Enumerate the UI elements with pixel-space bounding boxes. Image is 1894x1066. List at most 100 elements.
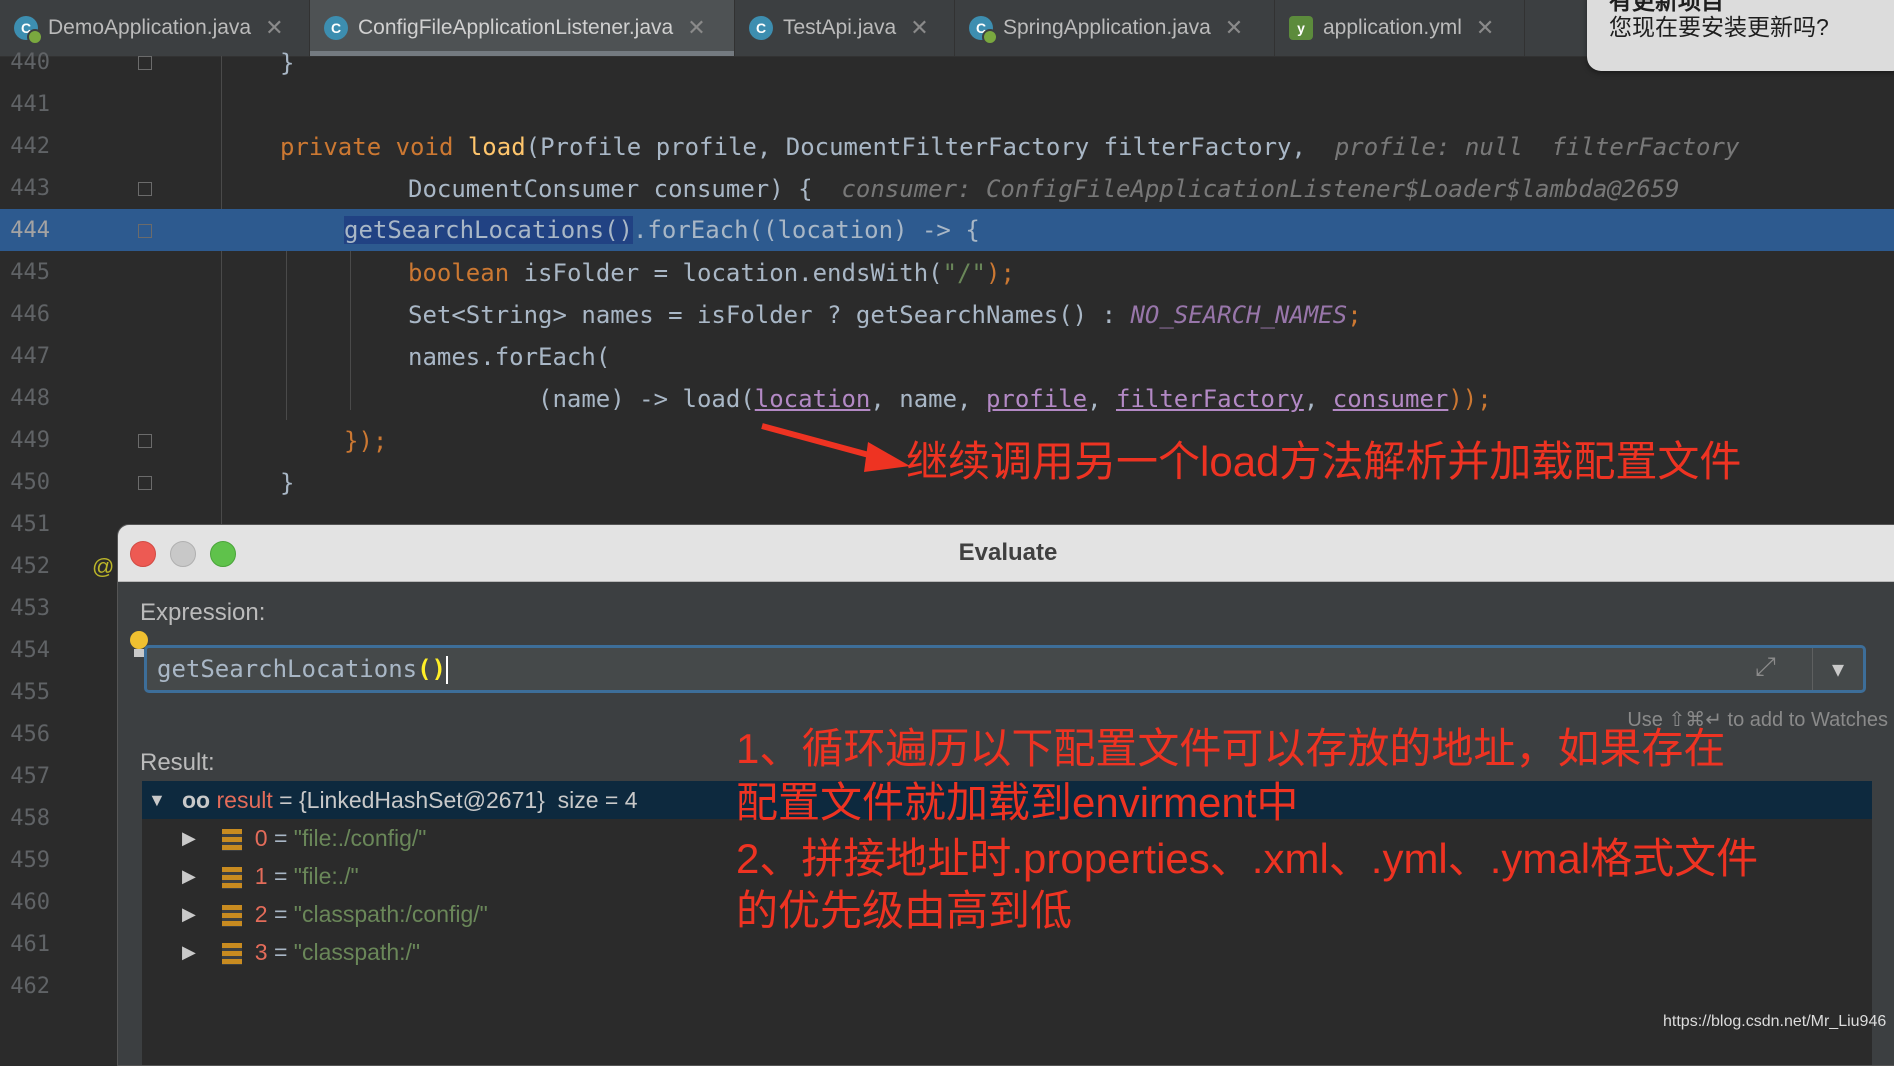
- item-value: "classpath:/": [293, 939, 421, 965]
- expression-text: getSearchLocations: [157, 655, 418, 683]
- code-text: ));: [1448, 385, 1492, 413]
- item-value: "file:./": [293, 863, 359, 889]
- code-line-446: Set<String> names = isFolder ? getSearch…: [0, 294, 1894, 336]
- annotation-text: 继续调用另一个load方法解析并加载配置文件: [906, 438, 1742, 485]
- line-number: 462: [10, 974, 50, 999]
- code-line-448: (name) -> load(location, name, profile, …: [0, 378, 1894, 420]
- inline-debug-hint: profile: null filterFactory: [1334, 133, 1740, 161]
- result-value: {LinkedHashSet@2671}: [298, 787, 545, 813]
- result-equals: =: [272, 787, 299, 813]
- field-icon: [222, 942, 242, 965]
- code-line-440: }: [0, 42, 1894, 84]
- yml-icon: y: [1289, 16, 1313, 40]
- expand-icon[interactable]: ⤢: [1755, 652, 1785, 682]
- close-icon[interactable]: ✕: [1476, 15, 1494, 41]
- code-line-444: getSearchLocations().forEach((location) …: [0, 209, 1894, 251]
- result-item-row[interactable]: ▶ 3 = "classpath:/": [142, 933, 1872, 971]
- field-icon: [222, 828, 242, 851]
- collapse-triangle-icon[interactable]: ▼: [148, 781, 166, 819]
- result-item-content: 1 = "file:./": [222, 857, 359, 895]
- text-caret: [446, 656, 448, 684]
- history-dropdown-button[interactable]: ▼: [1812, 648, 1863, 690]
- line-number: 458: [10, 806, 50, 831]
- watch-glasses-icon: oo: [182, 787, 211, 813]
- close-icon[interactable]: ✕: [687, 15, 705, 41]
- tab-label: ConfigFileApplicationListener.java: [358, 16, 674, 39]
- keyword: private: [280, 133, 382, 161]
- field-icon: [222, 904, 242, 927]
- class-icon: C: [749, 16, 773, 40]
- line-number: 451: [10, 512, 50, 537]
- captured-variable: location: [754, 385, 871, 413]
- line-number: 459: [10, 848, 50, 873]
- code-text: }: [280, 469, 295, 497]
- annotation-arrow: [761, 423, 910, 472]
- line-number: 452: [10, 554, 50, 579]
- code-text: ,: [1087, 385, 1116, 413]
- tab-label: SpringApplication.java: [1003, 16, 1211, 39]
- code-text: Set<String> names = isFolder ? getSearch…: [408, 301, 1131, 329]
- item-index: 1: [254, 863, 268, 889]
- expression-input[interactable]: getSearchLocations() ⤢ ▼: [144, 645, 1866, 693]
- expand-triangle-icon[interactable]: ▶: [182, 819, 196, 857]
- annotation-text: 配置文件就加载到envirment中: [736, 779, 1299, 826]
- expression-label: Expression:: [140, 599, 266, 626]
- annotation-text: 2、拼接地址时.properties、.xml、.yml、.ymal格式文件: [736, 835, 1759, 882]
- item-index: 3: [254, 939, 268, 965]
- code-text: });: [344, 427, 388, 455]
- line-number: 460: [10, 890, 50, 915]
- spring-class-icon: C: [14, 16, 43, 45]
- line-number: 455: [10, 680, 50, 705]
- result-item-content: 3 = "classpath:/": [222, 933, 420, 971]
- code-text: , name,: [870, 385, 986, 413]
- inline-debug-hint: consumer: ConfigFileApplicationListener$…: [841, 175, 1680, 203]
- code-text: );: [986, 259, 1015, 287]
- expression-parens: (): [417, 655, 446, 683]
- line-number: 454: [10, 638, 50, 663]
- result-item-content: 0 = "file:./config/": [222, 819, 426, 857]
- expand-triangle-icon[interactable]: ▶: [182, 933, 196, 971]
- notification-message: 您现在要安装更新吗?: [1609, 14, 1829, 40]
- item-index: 0: [254, 825, 268, 851]
- result-label: Result:: [140, 749, 215, 776]
- annotation-marker: @: [92, 554, 115, 579]
- code-text: .forEach((location) -> {: [632, 216, 980, 244]
- tab-label: application.yml: [1323, 16, 1462, 39]
- class-icon: C: [969, 16, 998, 45]
- code-text: (Profile profile, DocumentFilterFactory …: [525, 133, 1306, 161]
- code-text: ,: [1303, 385, 1333, 413]
- annotation-text: 1、循环遍历以下配置文件可以存放的地址，如果存在: [736, 725, 1726, 772]
- captured-variable: profile: [985, 385, 1088, 413]
- close-icon[interactable]: ✕: [265, 15, 283, 41]
- code-line-447: names.forEach(: [0, 336, 1894, 378]
- line-number: 441: [10, 92, 50, 117]
- code-text: names.forEach(: [408, 343, 611, 371]
- tab-label: TestApi.java: [783, 16, 897, 39]
- line-number: 461: [10, 932, 50, 957]
- expand-triangle-icon[interactable]: ▶: [182, 895, 196, 933]
- class-icon: C: [324, 16, 348, 40]
- method-name: load: [467, 133, 526, 161]
- result-size: size = 4: [557, 787, 638, 813]
- selected-text: getSearchLocations(): [344, 216, 633, 244]
- string-literal: "/": [942, 259, 986, 287]
- close-icon[interactable]: ✕: [1225, 15, 1243, 41]
- code-line-445: boolean isFolder = location.endsWith("/"…: [0, 252, 1894, 294]
- code-text: ;: [1347, 301, 1362, 329]
- watermark: https://blog.csdn.net/Mr_Liu946: [1663, 1013, 1887, 1030]
- line-number: 456: [10, 722, 50, 747]
- item-value: "file:./config/": [293, 825, 427, 851]
- keyword: void: [395, 133, 454, 161]
- dialog-title: Evaluate: [958, 539, 1058, 566]
- annotation-text: 的优先级由高到低: [736, 887, 1073, 934]
- code-text: }: [280, 49, 295, 77]
- expand-triangle-icon[interactable]: ▶: [182, 857, 196, 895]
- code-line-442: private void load(Profile profile, Docum…: [0, 126, 1894, 168]
- constant: NO_SEARCH_NAMES: [1130, 301, 1348, 329]
- captured-variable: consumer: [1332, 385, 1449, 413]
- result-name: result: [216, 787, 273, 813]
- line-number: 457: [10, 764, 50, 789]
- close-icon[interactable]: ✕: [910, 15, 928, 41]
- field-icon: [222, 866, 242, 889]
- captured-variable: filterFactory: [1116, 385, 1304, 413]
